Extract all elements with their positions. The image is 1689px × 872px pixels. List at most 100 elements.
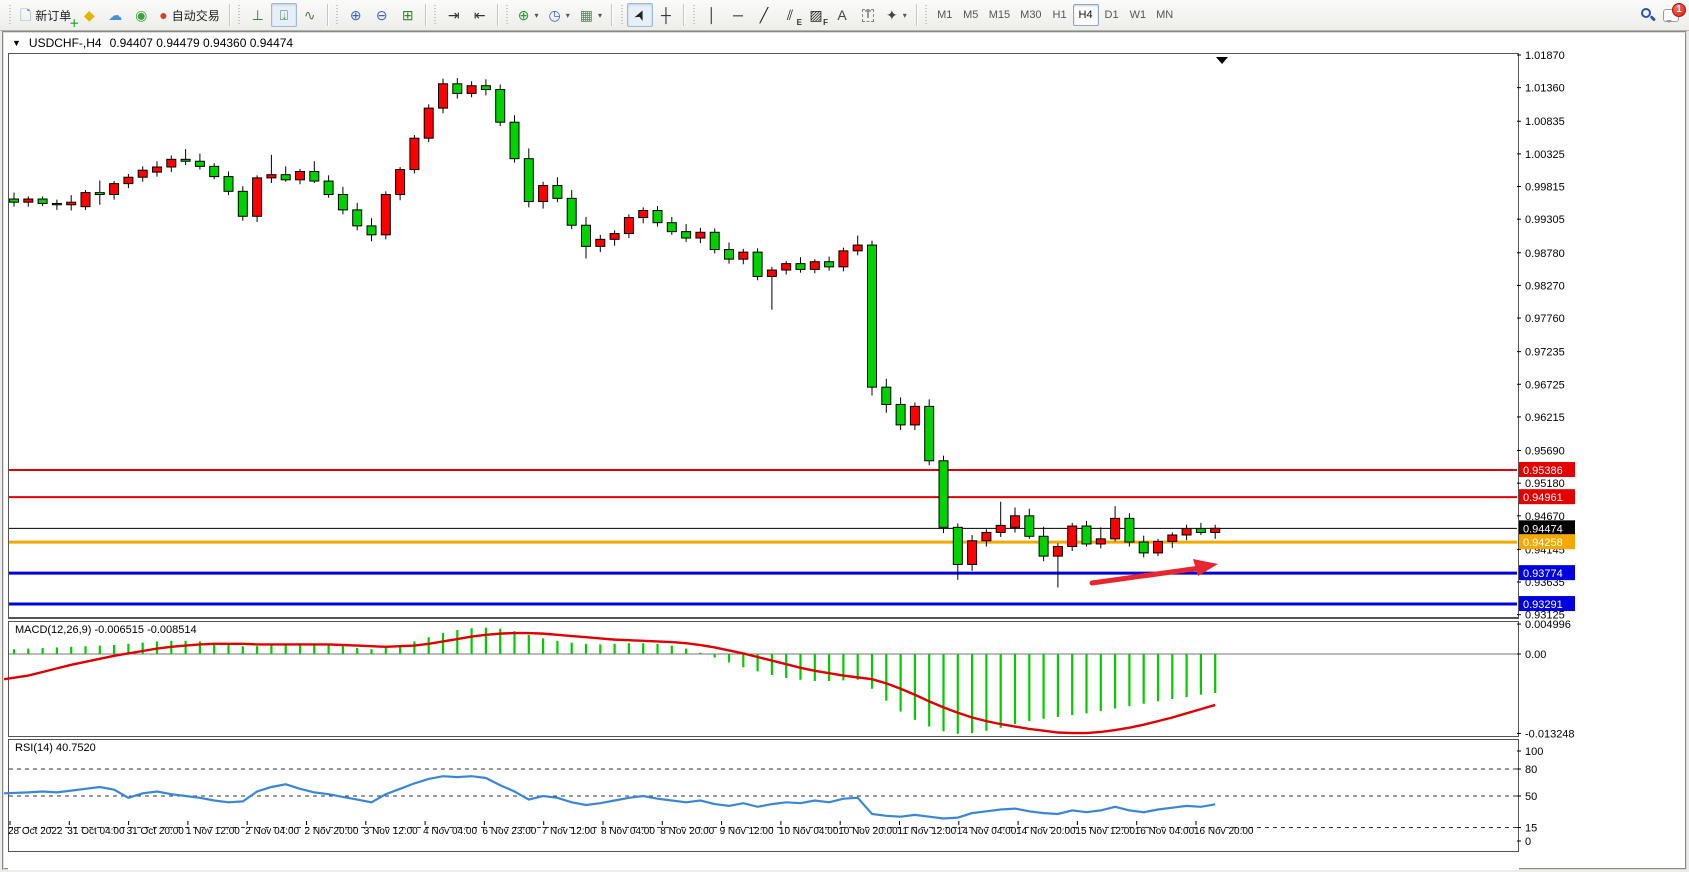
toolbar-separator xyxy=(683,4,684,26)
search-icon[interactable] xyxy=(1641,8,1655,22)
toolbar-grip xyxy=(924,5,929,25)
periods-icon: ◷ xyxy=(549,8,561,22)
text-icon: A xyxy=(837,8,846,22)
chart-shift-button[interactable]: ⇤ xyxy=(467,3,493,27)
toolbar-separator xyxy=(497,4,498,26)
crosshair-icon: ┼ xyxy=(661,8,671,22)
toolbar-separator xyxy=(425,4,426,26)
fibonacci-icon: ▨ xyxy=(809,8,822,22)
chevron-down-icon: ▾ xyxy=(598,11,602,20)
modifier-letter: F xyxy=(823,18,828,27)
vline-icon: │ xyxy=(708,8,717,22)
toolbar-grip xyxy=(691,5,696,25)
chevron-down-icon[interactable]: ▼ xyxy=(12,38,21,48)
indicators-icon: ⊕ xyxy=(518,8,530,22)
signals-icon: ◉ xyxy=(135,8,147,22)
hline-button[interactable]: ─ xyxy=(725,3,751,27)
label-button[interactable]: T xyxy=(855,3,881,27)
macd-label: MACD(12,26,9) -0.006515 -0.008514 xyxy=(15,624,197,636)
chevron-down-icon: ▾ xyxy=(566,11,570,20)
fibonacci-button[interactable]: ▨F xyxy=(803,3,829,27)
timeframe-h4[interactable]: H4 xyxy=(1073,4,1099,26)
templates-button[interactable]: ▦▾ xyxy=(575,3,607,27)
auto-scroll-button[interactable]: ⇥ xyxy=(441,3,467,27)
ohlc-values: 0.94407 0.94479 0.94360 0.94474 xyxy=(110,36,294,50)
chevron-down-icon: ▾ xyxy=(903,11,907,20)
candle-chart-button[interactable]: ⍗ xyxy=(271,3,297,27)
toolbar-grip xyxy=(505,5,510,25)
cursor-icon: ➤ xyxy=(631,7,649,24)
toolbar-separator xyxy=(327,4,328,26)
timeframe-mn[interactable]: MN xyxy=(1151,4,1178,26)
autotrade-button-label: 自动交易 xyxy=(172,7,220,24)
toolbar-grip xyxy=(7,5,12,25)
label-icon: T xyxy=(862,9,875,22)
calendar-icon-button[interactable]: ◆ xyxy=(76,3,102,27)
chart-window[interactable]: ▼ USDCHF-,H4 0.94407 0.94479 0.94360 0.9… xyxy=(2,31,1687,870)
zoom-in-button[interactable]: ⊕ xyxy=(343,3,369,27)
toolbar-right: 1 xyxy=(1641,8,1685,22)
timeframe-m30[interactable]: M30 xyxy=(1015,4,1046,26)
templates-icon: ▦ xyxy=(580,8,593,22)
toolbar-separator xyxy=(229,4,230,26)
main-toolbar: 🗋＋新订单◆☁◉●自动交易⊥⍗∿⊕⊖⊞⇥⇤⊕▾◷▾▦▾➤┼│─╱⫽E▨FAT✦▾… xyxy=(0,0,1689,31)
community-button[interactable]: ☁ xyxy=(102,3,128,27)
price-chart-panel[interactable] xyxy=(8,53,1519,619)
macd-panel[interactable]: MACD(12,26,9) -0.006515 -0.008514 xyxy=(8,621,1519,737)
timeframe-d1[interactable]: D1 xyxy=(1099,4,1125,26)
autotrade-button[interactable]: ● 自动交易 xyxy=(154,3,224,27)
zoom-out-button[interactable]: ⊖ xyxy=(369,3,395,27)
chat-icon[interactable]: 1 xyxy=(1663,9,1679,22)
crosshair-button[interactable]: ┼ xyxy=(653,3,679,27)
chart-shift-icon: ⇤ xyxy=(474,8,486,22)
timeframe-h1[interactable]: H1 xyxy=(1047,4,1073,26)
new-order-button[interactable]: 🗋＋新订单 xyxy=(15,3,76,27)
modifier-letter: E xyxy=(797,18,802,27)
symbol-period-label: USDCHF-,H4 xyxy=(29,36,102,50)
shapes-button[interactable]: ✦▾ xyxy=(881,3,912,27)
price-axis[interactable] xyxy=(1520,33,1689,872)
toolbar-separator xyxy=(611,4,612,26)
trendline-button[interactable]: ╱ xyxy=(751,3,777,27)
line-chart-button[interactable]: ∿ xyxy=(297,3,323,27)
bar-chart-button[interactable]: ⊥ xyxy=(245,3,271,27)
toolbar-separator xyxy=(916,4,917,26)
channel-button[interactable]: ⫽E xyxy=(777,3,803,27)
calendar-icon-icon: ◆ xyxy=(84,8,95,22)
bar-chart-icon: ⊥ xyxy=(252,8,264,22)
zoom-in-icon: ⊕ xyxy=(350,8,362,22)
text-button[interactable]: A xyxy=(829,3,855,27)
toolbar-grip xyxy=(619,5,624,25)
periods-button[interactable]: ◷▾ xyxy=(544,3,575,27)
toolbar-grip xyxy=(335,5,340,25)
indicators-button[interactable]: ⊕▾ xyxy=(513,3,544,27)
tile-windows-icon: ⊞ xyxy=(402,8,414,22)
channel-icon: ⫽ xyxy=(787,8,793,22)
chart-title: ▼ USDCHF-,H4 0.94407 0.94479 0.94360 0.9… xyxy=(12,36,293,50)
notification-badge: 1 xyxy=(1672,3,1686,17)
chevron-down-icon: ▾ xyxy=(535,11,539,20)
signals-button[interactable]: ◉ xyxy=(128,3,154,27)
timeframe-m15[interactable]: M15 xyxy=(984,4,1015,26)
autotrade-icon: ● xyxy=(159,8,167,22)
vline-button[interactable]: │ xyxy=(699,3,725,27)
cursor-button[interactable]: ➤ xyxy=(627,3,653,27)
hline-icon: ─ xyxy=(733,8,743,22)
time-axis[interactable] xyxy=(8,852,1519,870)
candle-chart-icon: ⍗ xyxy=(280,8,288,22)
toolbar-grip xyxy=(433,5,438,25)
toolbar-grip xyxy=(237,5,242,25)
mt4-application: 🗋＋新订单◆☁◉●自动交易⊥⍗∿⊕⊖⊞⇥⇤⊕▾◷▾▦▾➤┼│─╱⫽E▨FAT✦▾… xyxy=(0,0,1689,872)
zoom-out-icon: ⊖ xyxy=(376,8,388,22)
auto-scroll-icon: ⇥ xyxy=(448,8,460,22)
line-chart-icon: ∿ xyxy=(304,8,316,22)
timeframe-w1[interactable]: W1 xyxy=(1125,4,1152,26)
timeframe-m5[interactable]: M5 xyxy=(958,4,984,26)
community-icon: ☁ xyxy=(108,8,122,22)
rsi-panel[interactable]: RSI(14) 40.7520 xyxy=(8,739,1519,852)
tile-windows-button[interactable]: ⊞ xyxy=(395,3,421,27)
new-order-icon: 🗋 xyxy=(20,8,31,22)
timeframe-m1[interactable]: M1 xyxy=(932,4,958,26)
trendline-icon: ╱ xyxy=(760,8,768,22)
shapes-icon: ✦ xyxy=(886,8,898,22)
